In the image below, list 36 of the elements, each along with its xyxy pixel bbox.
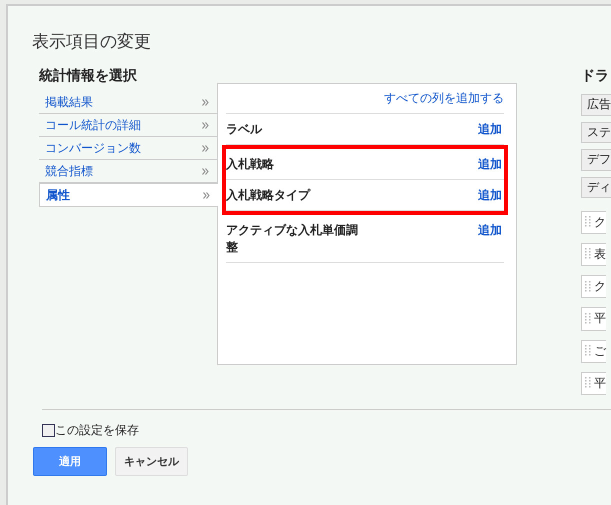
add-all-link[interactable]: すべての列を追加する [226,90,504,114]
grip-icon [585,345,591,358]
cancel-button[interactable]: キャンセル [115,447,188,476]
draggable-column[interactable]: ご [581,340,606,363]
draggable-column[interactable]: 平 [581,372,606,396]
save-setting-checkbox[interactable]: この設定を保存 [42,422,611,439]
fixed-column-button[interactable]: デフ [581,149,611,171]
double-chevron-icon [202,168,209,174]
add-link[interactable]: 追加 [478,156,502,173]
section-heading: ドラ [581,67,609,86]
column-name: 入札戦略 [226,156,274,173]
double-chevron-icon [202,98,209,106]
fixed-column-button[interactable]: ステ [581,122,611,144]
double-chevron-icon [202,122,209,128]
grip-icon [585,248,591,260]
draggable-column[interactable]: ク [581,275,606,298]
add-link[interactable]: 追加 [478,187,502,204]
grip-icon [585,280,591,293]
grip-icon [585,377,591,390]
draggable-column[interactable]: 平 [581,307,606,331]
column-name: アクティブな入札単価調整 [226,222,359,256]
category-item[interactable]: 属性 [39,183,218,207]
double-chevron-icon [202,144,209,152]
fixed-column-button[interactable]: ディ [581,176,611,198]
grip-icon [585,312,591,325]
add-link[interactable]: 追加 [478,222,502,239]
add-link[interactable]: 追加 [478,121,502,138]
double-chevron-icon [203,192,210,198]
section-heading: 統計情報を選択 [39,67,138,86]
dialog-title: 表示項目の変更 [32,31,152,53]
grip-icon [585,216,591,228]
fixed-column-button[interactable]: 広告 [581,94,611,116]
draggable-column[interactable]: 表 [581,242,606,266]
column-name: 入札戦略タイプ [226,187,310,204]
column-name: ラベル [226,121,262,138]
draggable-column[interactable]: ク [581,210,606,234]
